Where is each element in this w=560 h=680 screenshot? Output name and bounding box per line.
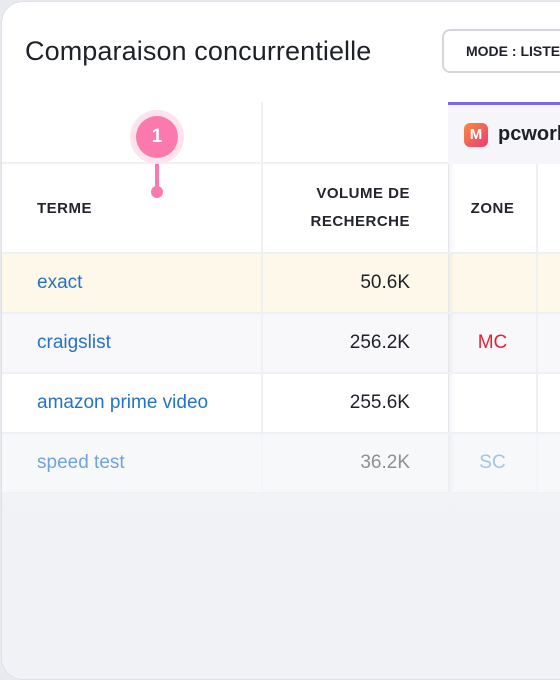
- mode-toggle-button[interactable]: MODE : LISTE: [442, 29, 560, 73]
- column-header-volume[interactable]: VOLUME DE RECHERCHE: [263, 164, 448, 252]
- fade-overlay: [2, 492, 560, 679]
- annotation-pointer-dot: [151, 186, 163, 198]
- volume-value: 50.6K: [360, 272, 410, 293]
- table-header: TERME VOLUME DE RECHERCHE ZONE: [2, 164, 560, 254]
- table-row: exact 50.6K: [2, 254, 560, 314]
- annotation-number: 1: [136, 116, 178, 158]
- column-header-zone[interactable]: ZONE: [448, 164, 538, 252]
- volume-value: 255.6K: [349, 392, 410, 413]
- table-header-top: M pcworld: [2, 102, 560, 164]
- term-link[interactable]: amazon prime video: [2, 374, 263, 432]
- term-link[interactable]: craigslist: [2, 314, 263, 372]
- competitor-column-header[interactable]: M pcworld: [448, 102, 560, 164]
- zone-value: MC: [448, 314, 538, 372]
- music-note-icon: M: [464, 122, 488, 147]
- zone-value: [448, 374, 538, 432]
- annotation-marker: 1: [130, 110, 184, 164]
- page-title: Comparaison concurrentielle: [25, 36, 372, 66]
- header-spacer-volume: [263, 102, 448, 162]
- competitor-name: pcworld: [498, 123, 560, 145]
- volume-value: 36.2K: [360, 452, 410, 473]
- column-header-volume-label: VOLUME DE RECHERCHE: [310, 185, 410, 230]
- column-header-term[interactable]: TERME: [2, 164, 263, 252]
- zone-value: [448, 254, 538, 312]
- table-row: craigslist 256.2K MC: [2, 314, 560, 374]
- table-row: amazon prime video 255.6K: [2, 374, 560, 434]
- table-row: speed test 36.2K SC: [2, 434, 560, 494]
- term-link[interactable]: speed test: [2, 434, 263, 492]
- term-link[interactable]: exact: [2, 254, 263, 312]
- competitive-comparison-card: Comparaison concurrentielle MODE : LISTE…: [1, 1, 560, 680]
- zone-value: SC: [448, 434, 538, 492]
- volume-value: 256.2K: [349, 332, 410, 353]
